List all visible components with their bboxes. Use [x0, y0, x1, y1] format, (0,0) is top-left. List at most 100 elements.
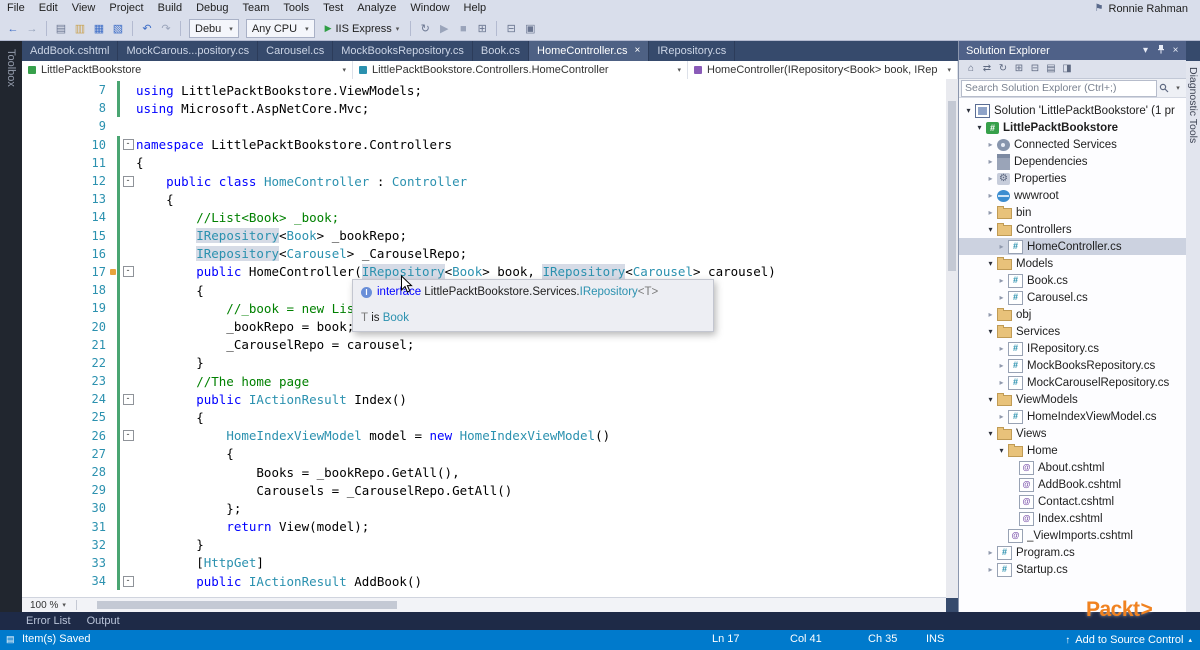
expander-closed-icon[interactable]: ▸: [985, 191, 996, 200]
tree-item-littlepacktbookstore[interactable]: ▾LittlePacktBookstore: [959, 119, 1187, 136]
close-icon[interactable]: ×: [1168, 45, 1183, 56]
chevron-down-icon[interactable]: ▾: [1138, 45, 1153, 56]
breadcrumb-project-dropdown[interactable]: LittlePacktBookstore ▾: [22, 61, 353, 79]
expander-open-icon[interactable]: ▾: [985, 327, 996, 336]
expander-closed-icon[interactable]: ▸: [996, 412, 1007, 421]
tree-item-bin[interactable]: ▸ bin: [959, 204, 1187, 221]
menu-item-view[interactable]: View: [65, 0, 103, 17]
tree-item-views[interactable]: ▾ Views: [959, 425, 1187, 442]
nav-back-icon[interactable]: ←: [4, 19, 22, 39]
tree-item-properties[interactable]: ▸Properties: [959, 170, 1187, 187]
menu-item-window[interactable]: Window: [403, 0, 456, 17]
close-icon[interactable]: ×: [635, 46, 641, 56]
bottom-tab-output[interactable]: Output: [87, 615, 120, 627]
tree-item-mockcarouselrepository-cs[interactable]: ▸MockCarouselRepository.cs: [959, 374, 1187, 391]
save-all-icon[interactable]: ▧: [109, 19, 127, 39]
tree-item-contact-cshtml[interactable]: Contact.cshtml: [959, 493, 1187, 510]
tree-item-dependencies[interactable]: ▸ Dependencies: [959, 153, 1187, 170]
home-icon[interactable]: ⌂: [963, 59, 979, 79]
expander-closed-icon[interactable]: ▸: [985, 310, 996, 319]
tab-mockcarous-pository-cs[interactable]: MockCarous...pository.cs: [118, 41, 259, 61]
expander-closed-icon[interactable]: ▸: [996, 344, 1007, 353]
search-icon[interactable]: [1157, 83, 1171, 93]
start-debug-button[interactable]: ▶ IIS Express ▾: [319, 23, 406, 35]
start-without-debug-icon[interactable]: ▶: [435, 19, 453, 39]
tab-irepository-cs[interactable]: IRepository.cs: [649, 41, 736, 61]
user-name[interactable]: Ronnie Rahman: [1109, 3, 1189, 15]
pin-icon[interactable]: [1153, 44, 1168, 57]
scrollbar-thumb[interactable]: [96, 601, 397, 609]
expander-open-icon[interactable]: ▾: [985, 259, 996, 268]
tab-mockbooksrepository-cs[interactable]: MockBooksRepository.cs: [333, 41, 473, 61]
fold-collapse-icon[interactable]: -: [122, 575, 134, 587]
refresh-icon[interactable]: ↻: [995, 59, 1011, 79]
toolbox-tab[interactable]: Toolbox: [5, 49, 17, 87]
tab-homecontroller-cs[interactable]: HomeController.cs ×: [529, 41, 650, 61]
expander-open-icon[interactable]: ▾: [996, 446, 1007, 455]
menu-item-debug[interactable]: Debug: [189, 0, 235, 17]
tree-item-obj[interactable]: ▸ obj: [959, 306, 1187, 323]
expander-closed-icon[interactable]: ▸: [985, 140, 996, 149]
expander-closed-icon[interactable]: ▸: [985, 157, 996, 166]
expander-closed-icon[interactable]: ▸: [985, 174, 996, 183]
find-in-files-icon[interactable]: ⊟: [502, 19, 520, 39]
menu-item-analyze[interactable]: Analyze: [350, 0, 403, 17]
menu-item-file[interactable]: File: [0, 0, 32, 17]
diagnostic-tools-tab[interactable]: Diagnostic Tools: [1187, 67, 1199, 143]
expander-open-icon[interactable]: ▾: [974, 123, 985, 132]
menu-item-build[interactable]: Build: [151, 0, 189, 17]
expander-closed-icon[interactable]: ▸: [985, 208, 996, 217]
open-file-icon[interactable]: ▥: [71, 19, 89, 39]
menu-item-project[interactable]: Project: [102, 0, 150, 17]
tree-item-about-cshtml[interactable]: About.cshtml: [959, 459, 1187, 476]
platform-dropdown[interactable]: Any CPU ▾: [245, 19, 315, 38]
new-file-icon[interactable]: ▤: [52, 19, 70, 39]
menu-item-test[interactable]: Test: [316, 0, 350, 17]
tree-item-program-cs[interactable]: ▸Program.cs: [959, 544, 1187, 561]
status-menu-icon[interactable]: ▤: [6, 634, 15, 645]
tree-item-book-cs[interactable]: ▸Book.cs: [959, 272, 1187, 289]
redo-icon[interactable]: ↷: [157, 19, 175, 39]
preview-selected-icon[interactable]: ◨: [1059, 59, 1075, 79]
nav-forward-icon[interactable]: →: [23, 19, 41, 39]
tree-item-mockbooksrepository-cs[interactable]: ▸MockBooksRepository.cs: [959, 357, 1187, 374]
expander-closed-icon[interactable]: ▸: [996, 293, 1007, 302]
add-to-source-control-button[interactable]: ↑ Add to Source Control ▴: [1065, 630, 1192, 650]
expander-open-icon[interactable]: ▾: [985, 395, 996, 404]
fold-collapse-icon[interactable]: -: [122, 266, 134, 278]
tree-item-controllers[interactable]: ▾ Controllers: [959, 221, 1187, 238]
command-window-icon[interactable]: ▣: [521, 19, 539, 39]
expander-closed-icon[interactable]: ▸: [996, 276, 1007, 285]
save-icon[interactable]: ▦: [90, 19, 108, 39]
code-editor[interactable]: 7 using LittlePacktBookstore.ViewModels; 8…: [22, 79, 946, 598]
expander-closed-icon[interactable]: ▸: [996, 378, 1007, 387]
menu-item-tools[interactable]: Tools: [276, 0, 316, 17]
tree-item-viewmodels[interactable]: ▾ ViewModels: [959, 391, 1187, 408]
menu-item-edit[interactable]: Edit: [32, 0, 65, 17]
tab-carousel-cs[interactable]: Carousel.cs: [258, 41, 334, 61]
switch-views-icon[interactable]: ⇄: [979, 59, 995, 79]
expander-open-icon[interactable]: ▾: [963, 106, 974, 115]
fold-collapse-icon[interactable]: -: [122, 139, 134, 151]
menu-item-team[interactable]: Team: [236, 0, 277, 17]
search-input[interactable]: [961, 79, 1157, 97]
tab-book-cs[interactable]: Book.cs: [473, 41, 530, 61]
tree-item-home[interactable]: ▾ Home: [959, 442, 1187, 459]
fold-collapse-icon[interactable]: -: [122, 393, 134, 405]
breadcrumb-member-dropdown[interactable]: HomeController(IRepository<Book> book, I…: [688, 61, 958, 79]
scrollbar-thumb[interactable]: [948, 101, 956, 271]
properties-icon[interactable]: ▤: [1043, 59, 1059, 79]
configuration-dropdown[interactable]: Debu ▾: [189, 19, 239, 38]
tree-item-addbook-cshtml[interactable]: AddBook.cshtml: [959, 476, 1187, 493]
tree-item-homecontroller-cs[interactable]: ▸HomeController.cs: [959, 238, 1187, 255]
expander-open-icon[interactable]: ▾: [985, 225, 996, 234]
fold-collapse-icon[interactable]: -: [122, 175, 134, 187]
tree-item-homeindexviewmodel-cs[interactable]: ▸HomeIndexViewModel.cs: [959, 408, 1187, 425]
horizontal-scrollbar[interactable]: [87, 601, 946, 609]
tree-item-startup-cs[interactable]: ▸Startup.cs: [959, 561, 1187, 578]
window-layout-icon[interactable]: ⊞: [473, 19, 491, 39]
tree-item-irepository-cs[interactable]: ▸IRepository.cs: [959, 340, 1187, 357]
expander-open-icon[interactable]: ▾: [985, 429, 996, 438]
tree-item-models[interactable]: ▾ Models: [959, 255, 1187, 272]
stop-icon[interactable]: ■: [454, 19, 472, 39]
